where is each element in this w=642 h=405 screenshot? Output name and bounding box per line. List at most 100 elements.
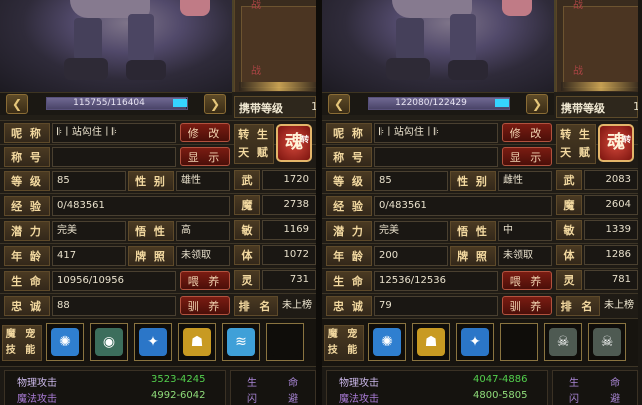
hp-bar: 122080/122429 — [368, 97, 510, 110]
side-stat-name: 生 命 — [569, 378, 635, 389]
level-label: 等 级 — [4, 171, 50, 191]
skill-slot[interactable]: ≋ — [222, 323, 260, 361]
life-label: 生 命 — [4, 271, 50, 291]
gold-mask-icon: ☗ — [183, 328, 211, 356]
attribute-label: 灵 — [556, 270, 582, 290]
skill-slot[interactable]: ✦ — [134, 323, 172, 361]
rank-row: 排 名 未上榜 — [234, 294, 316, 316]
wisdom-label: 悟 性 — [450, 221, 496, 241]
pet-compare-screen: ❮ ❯ 115755/116404 战 战 携带等级 1 呢 称 𝄆丨站匃住丨𝄆 — [0, 0, 642, 405]
rank-label: 排 名 — [234, 296, 278, 316]
battle-label: 战 — [251, 0, 261, 11]
gender-value: 雌性 — [498, 171, 552, 191]
wind-wave-icon: ≋ — [227, 328, 255, 356]
tame-button[interactable]: 驯 养 — [180, 296, 230, 315]
skill-slot[interactable]: ☗ — [178, 323, 216, 361]
skills-bar: 魔 宠 技 能 ✺ ☗ ✦ ☠ ☠ — [322, 318, 638, 367]
attribute-value: 1169 — [262, 220, 316, 240]
attack-stats-box: 物理攻击 4047-4886 魔法攻击 4800-5805 — [326, 370, 548, 405]
attribute-label: 体 — [234, 245, 260, 265]
rebirth-talent-label: 转 生 天 赋 — [556, 124, 596, 164]
gender-label: 性 别 — [450, 171, 496, 191]
battle-panel: 战 战 — [234, 0, 316, 92]
attribute-value: 1720 — [262, 170, 316, 190]
attribute-value: 1286 — [584, 245, 638, 265]
name-label: 呢 称 — [4, 123, 50, 143]
stat-name: 物理攻击 — [339, 378, 379, 389]
life-label: 生 命 — [326, 271, 372, 291]
soul-button[interactable]: 魂 转 — [598, 124, 634, 162]
edit-button[interactable]: 修 改 — [502, 123, 552, 142]
license-value: 未领取 — [176, 246, 230, 266]
exp-value: 0/483561 — [52, 196, 230, 216]
exp-value: 0/483561 — [374, 196, 552, 216]
prev-arrow-icon[interactable]: ❮ — [328, 94, 350, 114]
attribute-label: 武 — [556, 170, 582, 190]
skill-slot[interactable]: ◉ — [90, 323, 128, 361]
pet-panel-left: ❮ ❯ 115755/116404 战 战 携带等级 1 呢 称 𝄆丨站匃住丨𝄆 — [0, 0, 316, 405]
stat-name: 魔法攻击 — [17, 394, 57, 405]
skill-slot[interactable]: ✺ — [368, 323, 406, 361]
battle-label: 战 — [251, 66, 261, 77]
rank-value: 未上榜 — [282, 300, 312, 311]
side-stats-box: 生 命闪 避 — [230, 370, 316, 405]
rank-value: 未上榜 — [604, 300, 634, 311]
level-value: 85 — [52, 171, 126, 191]
gender-value: 雄性 — [176, 171, 230, 191]
stone-gargoyle-icon: ☠ — [549, 328, 577, 356]
name-value: 𝄆丨站匃住丨𝄆 — [52, 123, 176, 143]
skill-slot[interactable] — [500, 323, 538, 361]
attribute-value: 731 — [262, 270, 316, 290]
combat-stats: 物理攻击 3523-4245 魔法攻击 4992-6042 生 命闪 避 — [0, 366, 316, 405]
gold-mask-icon: ☗ — [417, 328, 445, 356]
skill-slot[interactable]: ☗ — [412, 323, 450, 361]
pet-portrait — [322, 0, 556, 92]
feed-button[interactable]: 喂 养 — [180, 271, 230, 290]
water-swirl-icon: ✺ — [51, 328, 79, 356]
blue-claw-icon: ✦ — [461, 328, 489, 356]
hp-text: 122080/122429 — [395, 98, 467, 108]
stat-name: 魔法攻击 — [339, 394, 379, 405]
hp-bar: 115755/116404 — [46, 97, 188, 110]
potential-label: 潜 力 — [4, 221, 50, 241]
next-arrow-icon[interactable]: ❯ — [526, 94, 548, 114]
prev-arrow-icon[interactable]: ❮ — [6, 94, 28, 114]
soul-button[interactable]: 魂 转 — [276, 124, 312, 162]
battle-label: 战 — [573, 66, 583, 77]
side-stats-box: 生 命闪 避 — [552, 370, 638, 405]
loyalty-label: 忠 诚 — [326, 296, 372, 316]
stat-value: 4047-4886 — [473, 374, 528, 385]
title-value — [52, 147, 176, 167]
attribute-value: 1072 — [262, 245, 316, 265]
title-label: 称 号 — [326, 147, 372, 167]
pet-portrait — [0, 0, 234, 92]
stat-value: 4800-5805 — [473, 390, 528, 401]
battle-label: 战 — [573, 0, 583, 11]
license-value: 未领取 — [498, 246, 552, 266]
skill-slot[interactable]: ✦ — [456, 323, 494, 361]
soul-badge: 转 — [301, 135, 309, 144]
show-button[interactable]: 显 示 — [180, 147, 230, 166]
pet-panel-right: ❮ ❯ 122080/122429 战 战 携带等级 1 呢 称 𝄆丨站匃住丨𝄆 — [322, 0, 638, 405]
skill-slot[interactable]: ☠ — [588, 323, 626, 361]
level-value: 85 — [374, 171, 448, 191]
life-value: 12536/12536 — [374, 271, 498, 291]
loyalty-label: 忠 诚 — [4, 296, 50, 316]
feed-button[interactable]: 喂 养 — [502, 271, 552, 290]
tame-button[interactable]: 驯 养 — [502, 296, 552, 315]
carry-value: 1 — [311, 100, 316, 113]
hp-bar-cap — [495, 99, 509, 107]
carry-value: 1 — [633, 100, 638, 113]
skill-slot[interactable] — [266, 323, 304, 361]
combat-stats: 物理攻击 4047-4886 魔法攻击 4800-5805 生 命闪 避 — [322, 366, 638, 405]
potential-value: 完美 — [374, 221, 448, 241]
next-arrow-icon[interactable]: ❯ — [204, 94, 226, 114]
skill-slot[interactable]: ☠ — [544, 323, 582, 361]
loyalty-value: 79 — [374, 296, 498, 316]
potential-label: 潜 力 — [326, 221, 372, 241]
skill-slot[interactable]: ✺ — [46, 323, 84, 361]
show-button[interactable]: 显 示 — [502, 147, 552, 166]
side-stat-name: 闪 避 — [569, 394, 635, 405]
name-label: 呢 称 — [326, 123, 372, 143]
edit-button[interactable]: 修 改 — [180, 123, 230, 142]
